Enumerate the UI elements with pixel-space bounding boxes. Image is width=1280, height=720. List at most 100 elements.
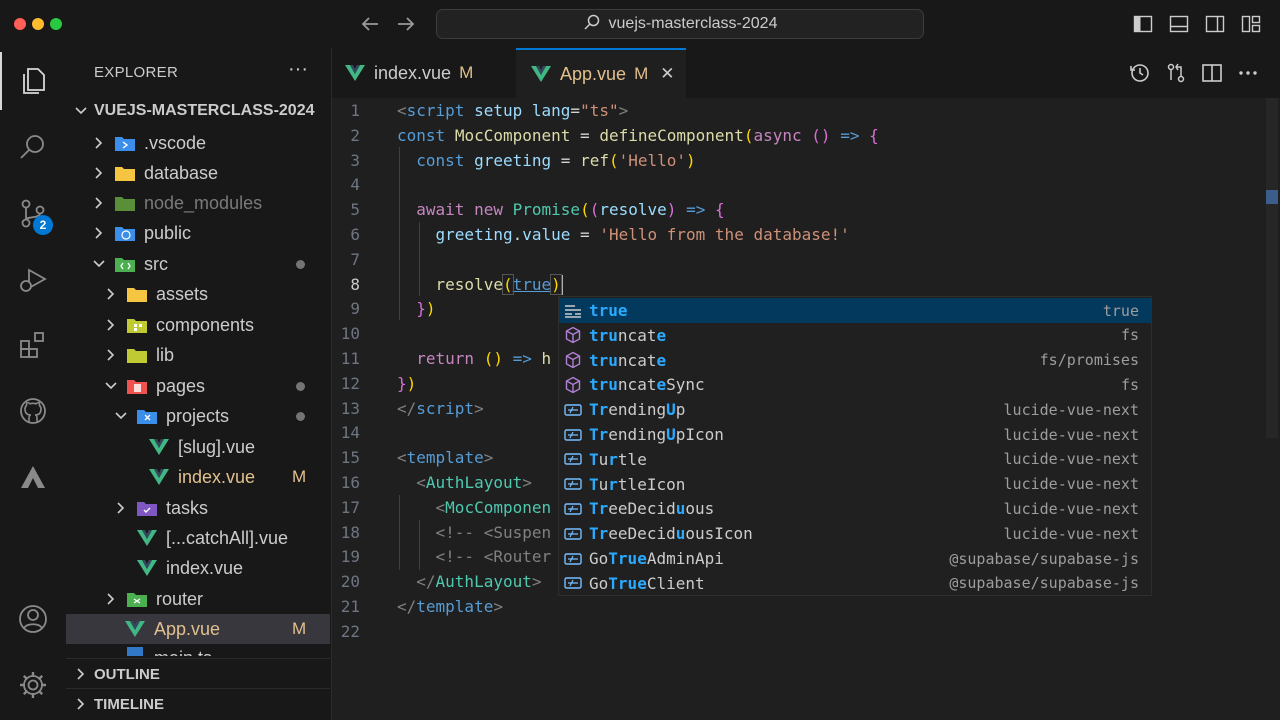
- line-number: 6: [350, 225, 360, 244]
- chevron-right-icon: [77, 698, 85, 710]
- code-line: 7: [332, 247, 1272, 272]
- editor-scrollbar-thumb[interactable]: [1266, 190, 1278, 204]
- tree-item-components[interactable]: components: [66, 310, 330, 340]
- chevron-right-icon: [107, 593, 115, 605]
- explorer-more-actions[interactable]: ···: [288, 58, 308, 81]
- account-icon[interactable]: [0, 590, 66, 648]
- tree-item-projects-index-vue[interactable]: index.vue M: [66, 462, 330, 492]
- tree-item-label: tasks: [166, 497, 209, 518]
- more-actions-icon[interactable]: [1237, 62, 1259, 84]
- suggestion-label: Turtle: [589, 449, 647, 469]
- suggestion-label: TrendingUp: [589, 400, 686, 420]
- customize-layout-icon[interactable]: [1241, 14, 1261, 34]
- suggestion-label: truncate: [589, 350, 667, 370]
- toggle-panel-icon[interactable]: [1169, 14, 1189, 34]
- source-control-icon[interactable]: 2: [0, 184, 66, 242]
- folder-vscode-icon: [115, 137, 135, 151]
- suggestion-label: truncateSync: [589, 375, 705, 395]
- suggestion-detail: lucide-vue-next: [1003, 475, 1139, 494]
- line-number: 5: [350, 200, 360, 220]
- line-number: 16: [340, 473, 360, 492]
- split-editor-icon[interactable]: [1201, 62, 1223, 84]
- line-number: 10: [340, 324, 360, 344]
- timeline-section[interactable]: TIMELINE: [66, 688, 330, 719]
- line-number: 19: [340, 547, 360, 567]
- outline-section[interactable]: OUTLINE: [66, 658, 330, 689]
- suggestion-item[interactable]: Turtle lucide-vue-next: [559, 447, 1151, 472]
- tree-item-projects[interactable]: projects: [66, 401, 330, 431]
- extensions-icon[interactable]: [0, 316, 66, 374]
- toggle-secondary-sidebar-icon[interactable]: [1205, 14, 1225, 34]
- suggestion-item[interactable]: TurtleIcon lucide-vue-next: [559, 472, 1151, 497]
- tree-item-slug-vue[interactable]: [slug].vue: [66, 432, 330, 462]
- suggestion-item[interactable]: GoTrueAdminApi @supabase/supabase-js: [559, 546, 1151, 571]
- minimize-window-button[interactable]: [32, 18, 44, 30]
- settings-gear-icon[interactable]: [0, 656, 66, 714]
- suggestion-detail: lucide-vue-next: [1003, 524, 1139, 543]
- suggestion-detail: fs/promises: [1039, 351, 1139, 370]
- code-line: 21 </template>: [332, 594, 1272, 619]
- tree-item-router[interactable]: router: [66, 584, 330, 614]
- close-window-button[interactable]: [14, 18, 26, 30]
- suggestion-item[interactable]: truncateSync fs: [559, 372, 1151, 397]
- explorer-icon[interactable]: [0, 52, 66, 110]
- variable-kind-icon: [563, 574, 583, 592]
- run-debug-icon[interactable]: [0, 250, 66, 308]
- tree-item-node-modules[interactable]: node_modules: [66, 188, 330, 218]
- suggestion-item[interactable]: truncate fs/promises: [559, 348, 1151, 373]
- suggestion-detail: true: [1102, 301, 1139, 320]
- suggestion-detail: lucide-vue-next: [1003, 450, 1139, 469]
- line-number: 8: [350, 274, 360, 294]
- tree-item-pages[interactable]: pages: [66, 371, 330, 401]
- maximize-window-button[interactable]: [50, 18, 62, 30]
- line-number: 18: [340, 522, 360, 542]
- title-bar: vuejs-masterclass-2024: [0, 0, 1280, 48]
- command-center[interactable]: vuejs-masterclass-2024: [436, 9, 924, 39]
- tree-item-src[interactable]: src: [66, 249, 330, 279]
- tree-item-label: index.vue: [178, 466, 256, 487]
- tree-item-label: projects: [166, 405, 230, 426]
- method-kind-icon: [563, 376, 583, 394]
- suggestion-item[interactable]: TrendingUp lucide-vue-next: [559, 397, 1151, 422]
- tree-item-database[interactable]: database: [66, 158, 330, 188]
- suggestion-label: TreeDeciduous: [589, 499, 715, 519]
- toggle-primary-sidebar-icon[interactable]: [1133, 14, 1153, 34]
- timeline-history-icon[interactable]: [1129, 62, 1151, 84]
- github-icon[interactable]: [0, 382, 66, 440]
- modified-dot-icon: [296, 260, 305, 269]
- tree-item-app-vue[interactable]: App.vue M: [66, 614, 330, 644]
- forward-arrow-icon[interactable]: [392, 10, 420, 38]
- editor-tab-bar: index.vue M App.vue M ✕: [332, 48, 1280, 98]
- suggestion-item[interactable]: GoTrueClient @supabase/supabase-js: [559, 571, 1151, 596]
- suggestion-detail: lucide-vue-next: [1003, 425, 1139, 444]
- tree-item-vscode[interactable]: .vscode: [66, 128, 330, 158]
- tree-item-main-ts[interactable]: main.ts: [66, 644, 330, 656]
- code-line: 6 greeting.value = 'Hello from the datab…: [332, 222, 1272, 247]
- tree-item-tasks[interactable]: tasks: [66, 493, 330, 523]
- suggestion-item[interactable]: TreeDeciduousIcon lucide-vue-next: [559, 521, 1151, 546]
- triangle-logo-icon[interactable]: [0, 448, 66, 506]
- line-number: 3: [350, 150, 360, 170]
- tree-item-public[interactable]: public: [66, 218, 330, 248]
- tab-close-icon[interactable]: ✕: [660, 64, 674, 84]
- suggestion-detail: fs: [1120, 326, 1139, 345]
- tree-item-assets[interactable]: assets: [66, 279, 330, 309]
- suggestion-item[interactable]: TreeDeciduous lucide-vue-next: [559, 496, 1151, 521]
- workspace-root[interactable]: VUEJS-MASTERCLASS-2024: [66, 96, 330, 126]
- open-changes-icon[interactable]: [1165, 62, 1187, 84]
- tree-item-catchall-vue[interactable]: [...catchAll].vue: [66, 523, 330, 553]
- variable-kind-icon: [563, 401, 583, 419]
- code-line: 22: [332, 619, 1272, 644]
- suggestion-item[interactable]: true true: [559, 298, 1151, 323]
- folder-lib-icon: [127, 349, 147, 363]
- tab-app-vue[interactable]: App.vue M ✕: [516, 48, 686, 98]
- search-icon[interactable]: [0, 118, 66, 176]
- back-arrow-icon[interactable]: [356, 10, 384, 38]
- tab-index-vue[interactable]: index.vue M: [332, 48, 512, 98]
- suggestion-item[interactable]: truncate fs: [559, 323, 1151, 348]
- editor-scrollbar[interactable]: [1266, 98, 1278, 438]
- tree-item-label: lib: [156, 344, 175, 365]
- tree-item-pages-index-vue[interactable]: index.vue: [66, 553, 330, 583]
- suggestion-item[interactable]: TrendingUpIcon lucide-vue-next: [559, 422, 1151, 447]
- tree-item-lib[interactable]: lib: [66, 340, 330, 370]
